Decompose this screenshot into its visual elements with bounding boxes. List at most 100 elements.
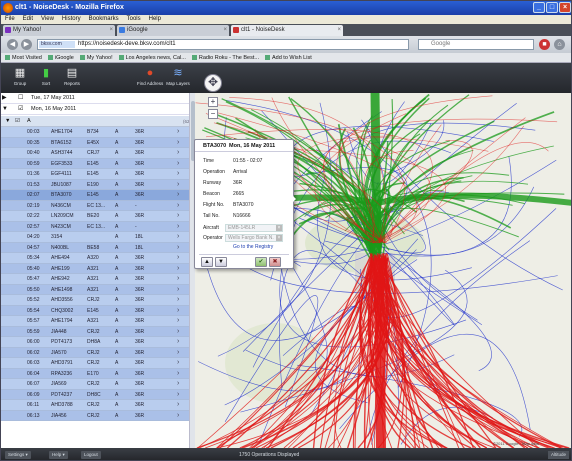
tab-noisedesk[interactable]: clt1 - NoiseDesk × [231,25,343,36]
chevron-right-icon[interactable]: › [177,295,179,306]
close-tab-icon[interactable]: × [109,25,113,36]
flight-row[interactable]: 00:03 AHE1704 B734 A 36R › [1,127,195,138]
flight-row[interactable]: 05:50 AHE1498 A321 A 36R › [1,284,195,295]
flight-row[interactable]: 05:59 JIA448 CRJ2 A 36R › [1,326,195,338]
bookmark-item[interactable]: iGoogle [48,53,74,62]
day-row[interactable]: ▼ ☑ Mon, 16 May 2011 [1,104,195,115]
arrival-group-row[interactable]: ▼ ☑ A (62) [1,116,195,127]
chevron-right-icon[interactable]: › [177,211,179,222]
flight-row[interactable]: 06:02 JIA570 CRJ2 A 36R › [1,347,195,359]
registry-link[interactable]: Go to the Registry [233,244,273,250]
flight-row[interactable]: 01:36 EGF4111 E145 A 36R › [1,169,195,180]
address-bar[interactable]: bksv.com https://noisedesk-deve.bksv.com… [37,39,409,50]
flight-row[interactable]: 02:57 N423CM EC 13... A - › [1,221,195,233]
menu-edit[interactable]: Edit [23,15,33,24]
bookmark-item[interactable]: Los Angeles news, Cal... [119,53,186,62]
flight-row[interactable]: 04:57 N400BL BE58 A 18L › [1,242,195,254]
tab-igoogle[interactable]: iGoogle × [117,25,229,36]
find-address-button[interactable]: ● Find Address [137,66,163,92]
flight-row[interactable]: 06:04 RPA3236 E170 A 36R › [1,368,195,380]
menu-tools[interactable]: Tools [127,15,141,24]
flight-row[interactable]: 05:34 AHE494 A320 A 36R › [1,253,195,264]
chevron-right-icon[interactable]: › [177,327,179,338]
stop-icon[interactable]: ■ [539,39,550,50]
sort-button[interactable]: ▮ Sort [33,66,59,92]
flight-row[interactable]: 04:20 3154 A 18L › [1,232,195,243]
map-layers-button[interactable]: ≋ Map Layers [165,66,191,92]
flight-row[interactable]: 00:35 BTA6152 E45X A 36R › [1,137,195,149]
clear-icon[interactable]: × [276,225,282,231]
bookmark-item[interactable]: My Yahoo! [80,53,113,62]
chevron-right-icon[interactable]: › [177,148,179,159]
chevron-right-icon[interactable]: › [177,316,179,327]
chevron-right-icon[interactable]: › [177,369,179,380]
checkbox-icon[interactable]: ☐ [18,93,23,104]
settings-button[interactable]: Settings ▾ [5,451,31,459]
zoom-in-button[interactable]: + [208,97,218,107]
chevron-right-icon[interactable]: › [177,201,179,212]
help-button[interactable]: Help ▾ [49,451,68,459]
clear-icon[interactable]: × [276,235,282,241]
chevron-right-icon[interactable]: › [177,348,179,359]
chevron-right-icon[interactable]: › [177,306,179,317]
pan-control-icon[interactable] [204,74,222,92]
chevron-right-icon[interactable]: › [177,222,179,233]
close-tab-icon[interactable]: × [337,25,341,36]
day-row[interactable]: ▶ ☐ Tue, 17 May 2011 [1,93,195,104]
flight-row[interactable]: 01:53 JBU1087 E190 A 36R › [1,179,195,191]
flight-row[interactable]: 06:11 AHD3788 CRJ2 A 36R › [1,400,195,411]
flight-row[interactable]: 02:07 BTA3070 E145 A 36R › [1,190,195,201]
flight-row[interactable]: 05:54 CHQ3002 E145 A 36R › [1,305,195,317]
chevron-right-icon[interactable]: › [177,243,179,254]
group-button[interactable]: ▦ Group [7,66,33,92]
back-icon[interactable]: ◀ [7,39,18,50]
flight-row[interactable]: 00:59 EGF3533 E145 A 36R › [1,158,195,170]
flight-row[interactable]: 05:47 AHE942 A321 A 36R › [1,274,195,285]
flight-row[interactable]: 05:52 AHD3556 CRJ2 A 36R › [1,295,195,306]
flight-row[interactable]: 05:57 AHE1794 A321 A 36R › [1,316,195,327]
minimize-button[interactable]: _ [533,2,545,13]
next-flight-button[interactable]: ▼ [215,257,227,267]
chevron-right-icon[interactable]: › [177,127,179,138]
zoom-out-button[interactable]: − [208,109,218,119]
flight-row[interactable]: 06:13 JIA456 CRJ2 A 36R › [1,410,195,422]
search-input[interactable]: Google [418,39,534,50]
chevron-right-icon[interactable]: › [177,138,179,149]
bookmark-item[interactable]: Most Visited [5,53,42,62]
bookmark-item[interactable]: Radio Roku - The Best... [192,53,259,62]
chevron-right-icon[interactable]: › [177,232,179,243]
chevron-right-icon[interactable]: › [177,337,179,348]
checkbox-icon[interactable]: ☑ [18,104,23,115]
chevron-right-icon[interactable]: › [177,358,179,369]
reject-button[interactable]: ✖ [269,257,281,267]
chevron-right-icon[interactable]: › [177,180,179,191]
flight-row[interactable]: 06:07 JIA569 CRJ2 A 36R › [1,379,195,390]
chevron-right-icon[interactable]: › [177,253,179,264]
flight-row[interactable]: 00:40 ASH3744 CRJ7 A 36R › [1,148,195,159]
menu-bookmarks[interactable]: Bookmarks [89,15,119,24]
reports-button[interactable]: ▤ Reports [59,66,85,92]
checkbox-icon[interactable]: ☑ [15,116,20,127]
flight-row[interactable]: 06:00 PDT4173 DH8A A 36R › [1,337,195,348]
chevron-right-icon[interactable]: › [177,169,179,180]
previous-flight-button[interactable]: ▲ [201,257,213,267]
home-icon[interactable]: ⌂ [554,39,565,50]
chevron-right-icon[interactable]: › [177,274,179,285]
altitude-button[interactable]: Altitude [547,451,569,459]
operator-field[interactable]: Wells Fargo Bank N. × [225,234,283,242]
menu-view[interactable]: View [41,15,54,24]
menu-help[interactable]: Help [149,15,161,24]
chevron-right-icon[interactable]: › [177,159,179,170]
flight-row[interactable]: 06:09 PDT4237 DH8C A 36R › [1,389,195,400]
site-identity-badge[interactable]: bksv.com [39,41,75,48]
chevron-right-icon[interactable]: › [177,400,179,411]
chevron-right-icon[interactable]: › [177,379,179,390]
flight-row[interactable]: 06:03 AHD3791 CRJ2 A 36R › [1,358,195,369]
menu-file[interactable]: File [5,15,15,24]
bookmark-item[interactable]: Add to Wish List [265,53,312,62]
close-button[interactable]: × [559,2,571,13]
flight-row[interactable]: 02:22 LN209CM BE20 A 36R › [1,211,195,222]
chevron-right-icon[interactable]: › [177,411,179,422]
accept-button[interactable]: ✔ [255,257,267,267]
close-tab-icon[interactable]: × [223,25,227,36]
